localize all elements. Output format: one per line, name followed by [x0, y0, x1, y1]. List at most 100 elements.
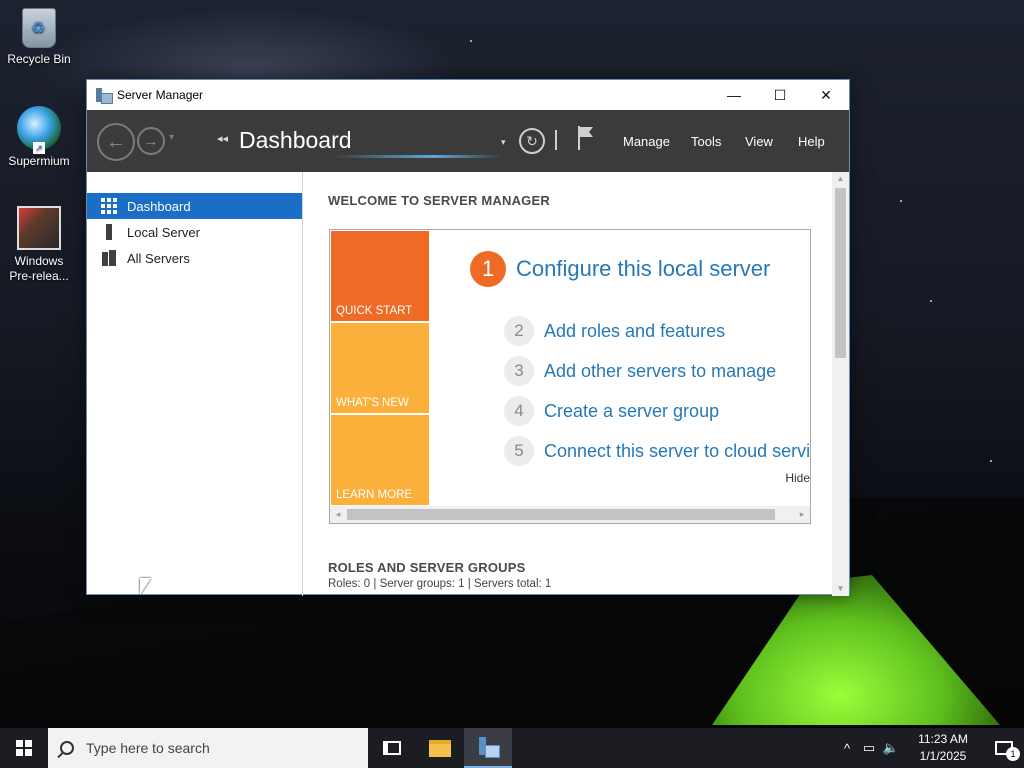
scrollbar-thumb[interactable] — [835, 188, 846, 358]
sidebar-item-label: Local Server — [127, 224, 200, 240]
menu-help[interactable]: Help — [798, 134, 825, 149]
windows-logo-icon — [16, 740, 32, 756]
breadcrumb: Dashboard — [239, 127, 352, 153]
taskbar-search-box[interactable]: Type here to search — [48, 728, 368, 768]
network-icon[interactable]: ▭ — [858, 740, 880, 756]
scroll-left-icon[interactable]: ◂ — [330, 506, 346, 523]
close-button[interactable]: ✕ — [803, 80, 849, 110]
tile-quick-start[interactable]: QUICK START — [331, 231, 429, 321]
server-manager-app-icon — [95, 87, 113, 104]
desktop-icon-windows-prerelease[interactable]: Windows Pre-relea... — [1, 206, 77, 284]
search-icon — [60, 741, 74, 755]
wallpaper-star — [900, 200, 902, 202]
system-tray: ^ ▭ 🔈 11:23 AM 1/1/2025 1 — [836, 728, 1024, 768]
step-link[interactable]: Configure this local server — [516, 256, 770, 282]
server-manager-icon — [478, 737, 500, 758]
step-number-badge: 2 — [504, 316, 534, 346]
step-add-roles[interactable]: 2 Add roles and features — [504, 316, 725, 346]
tile-whats-new[interactable]: WHAT'S NEW — [331, 323, 429, 413]
step-number-badge: 3 — [504, 356, 534, 386]
search-placeholder: Type here to search — [86, 740, 210, 756]
sidebar-item-label: All Servers — [127, 250, 190, 266]
step-number-badge: 1 — [470, 251, 506, 287]
server-manager-taskbar-button[interactable] — [464, 728, 512, 768]
desktop-icon-label: Supermium — [8, 154, 70, 168]
step-link[interactable]: Add roles and features — [544, 321, 725, 342]
clock-time: 11:23 AM — [918, 732, 968, 746]
step-link[interactable]: Add other servers to manage — [544, 361, 776, 382]
volume-muted-icon[interactable]: 🔈 — [880, 740, 902, 756]
step-link[interactable]: Create a server group — [544, 401, 719, 422]
window-titlebar[interactable]: Server Manager — ☐ ✕ — [87, 80, 849, 110]
wallpaper-star — [930, 300, 932, 302]
folder-icon — [429, 739, 451, 757]
refresh-icon[interactable]: ↻ — [519, 128, 545, 154]
supermium-browser-icon: ↗ — [17, 106, 61, 154]
back-arrow-icon[interactable]: ← — [97, 123, 135, 161]
toolbar: ← → ▾ ◂◂ Dashboard ▾ ↻ Manage Tools View… — [87, 110, 849, 172]
wallpaper-star — [990, 460, 992, 462]
forward-arrow-icon[interactable]: → — [137, 127, 165, 155]
roles-summary: Roles: 0 | Server groups: 1 | Servers to… — [328, 578, 552, 590]
tray-chevron-icon[interactable]: ^ — [836, 741, 858, 756]
action-center-button[interactable]: 1 — [984, 728, 1024, 768]
shortcut-arrow-icon: ↗ — [33, 142, 45, 154]
toolbar-divider — [555, 130, 557, 150]
task-view-icon — [383, 741, 401, 755]
breadcrumb-progress-line — [332, 155, 502, 158]
window-title: Server Manager — [117, 88, 204, 102]
sidebar-item-all-servers[interactable]: All Servers — [87, 245, 302, 271]
roles-heading: ROLES AND SERVER GROUPS — [328, 560, 526, 575]
file-explorer-button[interactable] — [416, 728, 464, 768]
scroll-right-icon[interactable]: ▸ — [794, 506, 810, 523]
menu-view[interactable]: View — [745, 134, 773, 149]
main-content: WELCOME TO SERVER MANAGER QUICK START WH… — [303, 172, 849, 596]
maximize-button[interactable]: ☐ — [757, 80, 803, 110]
hide-link[interactable]: Hide — [785, 471, 810, 485]
menu-manage[interactable]: Manage — [623, 134, 670, 149]
window-body: Dashboard Local Server All Servers WELCO… — [87, 172, 849, 596]
clock-date: 1/1/2025 — [919, 749, 967, 763]
desktop-icon-supermium[interactable]: ↗ Supermium — [1, 106, 77, 168]
horizontal-scrollbar[interactable]: ◂ ▸ — [330, 506, 810, 523]
step-link[interactable]: Connect this server to cloud servic — [544, 441, 810, 462]
minimize-button[interactable]: — — [711, 80, 757, 110]
scroll-up-icon[interactable]: ▲ — [832, 172, 849, 186]
desktop-icon-recycle-bin[interactable]: Recycle Bin — [1, 8, 77, 66]
welcome-heading: WELCOME TO SERVER MANAGER — [328, 193, 550, 208]
step-configure-local-server[interactable]: 1 Configure this local server — [470, 251, 770, 287]
welcome-panel: QUICK START WHAT'S NEW LEARN MORE 1 Conf… — [329, 229, 811, 524]
step-create-group[interactable]: 4 Create a server group — [504, 396, 719, 426]
taskbar: Type here to search ^ ▭ 🔈 11:23 AM 1/1/2… — [0, 728, 1024, 768]
dashboard-grid-icon — [101, 198, 117, 214]
step-add-servers[interactable]: 3 Add other servers to manage — [504, 356, 776, 386]
start-button[interactable] — [0, 728, 48, 768]
step-number-badge: 4 — [504, 396, 534, 426]
local-server-icon — [101, 224, 117, 240]
desktop-icon-label: Recycle Bin — [7, 52, 71, 66]
notifications-flag-icon[interactable] — [577, 126, 595, 150]
sidebar-item-local-server[interactable]: Local Server — [87, 219, 302, 245]
all-servers-icon — [101, 250, 117, 266]
task-view-button[interactable] — [368, 728, 416, 768]
scrollbar-thumb[interactable] — [347, 509, 775, 520]
wallpaper-star — [470, 40, 472, 42]
step-number-badge: 5 — [504, 436, 534, 466]
sidebar-item-label: Dashboard — [127, 198, 191, 214]
mouse-cursor-icon — [140, 578, 151, 595]
desktop-icon-label: Windows Pre-relea... — [9, 254, 69, 283]
breadcrumb-dropdown-icon[interactable]: ▾ — [501, 137, 506, 148]
scroll-down-icon[interactable]: ▼ — [832, 582, 849, 596]
sidebar: Dashboard Local Server All Servers — [87, 172, 303, 596]
notification-count-badge: 1 — [1006, 747, 1020, 761]
step-connect-cloud[interactable]: 5 Connect this server to cloud servic — [504, 436, 810, 466]
recycle-bin-icon — [22, 8, 56, 48]
vertical-scrollbar[interactable]: ▲ ▼ — [832, 172, 849, 596]
history-dropdown-icon[interactable]: ▾ — [169, 132, 174, 143]
menu-tools[interactable]: Tools — [691, 134, 721, 149]
sidebar-item-dashboard[interactable]: Dashboard — [87, 193, 302, 219]
tile-learn-more[interactable]: LEARN MORE — [331, 415, 429, 505]
windows-prerelease-icon — [17, 206, 61, 250]
server-manager-window: Server Manager — ☐ ✕ ← → ▾ ◂◂ Dashboard … — [86, 79, 850, 596]
clock[interactable]: 11:23 AM 1/1/2025 — [908, 731, 978, 765]
